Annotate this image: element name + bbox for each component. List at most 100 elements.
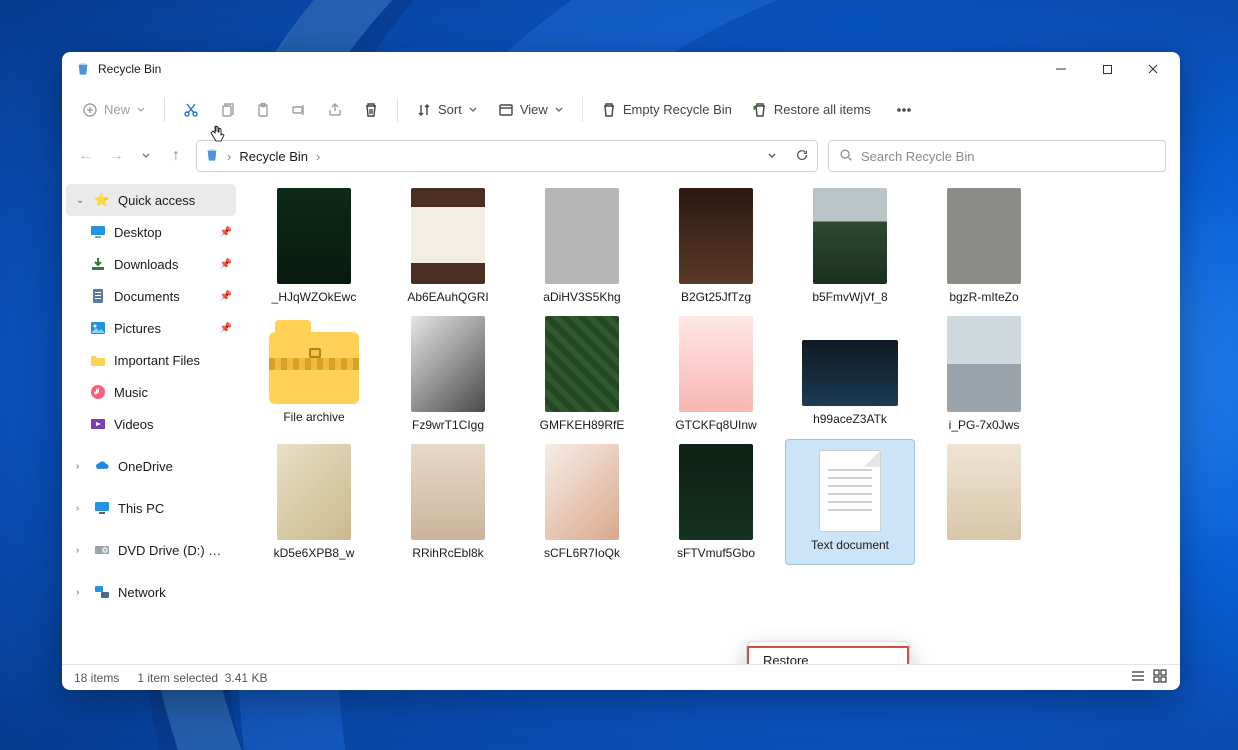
file-item[interactable]: File archive	[250, 312, 378, 436]
image-thumbnail	[277, 188, 351, 284]
delete-button[interactable]	[355, 96, 387, 124]
file-item[interactable]: Ab6EAuhQGRI	[384, 184, 512, 308]
file-label: bgzR-mIteZo	[925, 290, 1043, 304]
chevron-down-icon: ⌄	[76, 195, 86, 206]
image-thumbnail	[813, 188, 887, 284]
search-input[interactable]: Search Recycle Bin	[828, 140, 1166, 172]
file-label: _HJqWZOkEwc	[255, 290, 373, 304]
image-thumbnail	[679, 316, 753, 412]
file-label: sCFL6R7IoQk	[523, 546, 641, 560]
nav-up-button[interactable]: ↑	[166, 147, 186, 165]
rename-button[interactable]	[283, 96, 315, 124]
share-button[interactable]	[319, 96, 351, 124]
pin-icon: 📌	[220, 323, 232, 334]
sidebar-item-onedrive[interactable]: ›OneDrive	[62, 450, 240, 482]
image-thumbnail	[411, 444, 485, 540]
more-button[interactable]	[887, 96, 921, 124]
chevron-right-icon: ›	[76, 587, 86, 598]
file-item[interactable]: B2Gt25JfTzg	[652, 184, 780, 308]
file-item[interactable]: i_PG-7x0Jws	[920, 312, 1048, 436]
thumbnails-view-button[interactable]	[1152, 668, 1168, 687]
chevron-right-icon: ›	[76, 545, 86, 556]
sort-button[interactable]: Sort	[408, 96, 486, 124]
sidebar-item-desktop[interactable]: Desktop📌	[62, 216, 240, 248]
file-item[interactable]: _HJqWZOkEwc	[250, 184, 378, 308]
restore-all-button[interactable]: Restore all items	[744, 96, 879, 124]
sidebar-item-thispc[interactable]: ›This PC	[62, 492, 240, 524]
file-label: File archive	[255, 410, 373, 424]
nav-recent-button[interactable]	[136, 151, 156, 161]
status-bar: 18 items 1 item selected 3.41 KB	[62, 664, 1180, 690]
file-item[interactable]: bgzR-mIteZo	[920, 184, 1048, 308]
new-button[interactable]: New	[74, 96, 154, 124]
file-item[interactable]: RRihRcEbl8k	[384, 440, 512, 564]
image-thumbnail	[545, 316, 619, 412]
recycle-bin-icon	[76, 62, 90, 76]
videos-icon	[90, 416, 106, 432]
file-label: aDiHV3S5Khg	[523, 290, 641, 304]
file-item[interactable]: Fz9wrT1CIgg	[384, 312, 512, 436]
file-label: i_PG-7x0Jws	[925, 418, 1043, 432]
titlebar[interactable]: Recycle Bin	[62, 52, 1180, 86]
image-thumbnail	[277, 444, 351, 540]
music-icon	[90, 384, 106, 400]
search-icon	[839, 148, 853, 165]
file-label: h99aceZ3ATk	[791, 412, 909, 426]
sidebar-item-pictures[interactable]: Pictures📌	[62, 312, 240, 344]
file-item[interactable]: b5FmvWjVf_8	[786, 184, 914, 308]
nav-back-button[interactable]: ←	[76, 147, 96, 165]
sidebar-item-network[interactable]: ›Network	[62, 576, 240, 608]
refresh-button[interactable]	[795, 148, 809, 165]
image-thumbnail	[545, 444, 619, 540]
file-label: Fz9wrT1CIgg	[389, 418, 507, 432]
cut-button[interactable]	[175, 96, 207, 124]
file-item[interactable]: aDiHV3S5Khg	[518, 184, 646, 308]
file-item[interactable]: sFTVmuf5Gbo	[652, 440, 780, 564]
sidebar-item-quick-access[interactable]: ⌄ ⭐ Quick access	[66, 184, 236, 216]
sidebar-item-videos[interactable]: Videos	[62, 408, 240, 440]
address-row: ← → ↑ › Recycle Bin › Search Recycle Bin	[62, 134, 1180, 178]
sidebar-item-dvd[interactable]: ›DVD Drive (D:) CPRA	[62, 534, 240, 566]
file-label: Text document	[791, 538, 909, 552]
file-label: Ab6EAuhQGRI	[389, 290, 507, 304]
sidebar-item-music[interactable]: Music	[62, 376, 240, 408]
file-item[interactable]: sCFL6R7IoQk	[518, 440, 646, 564]
address-dropdown-button[interactable]	[767, 149, 777, 164]
sidebar-item-documents[interactable]: Documents📌	[62, 280, 240, 312]
documents-icon	[90, 288, 106, 304]
paste-button[interactable]	[247, 96, 279, 124]
image-thumbnail	[411, 316, 485, 412]
view-button[interactable]: View	[490, 96, 572, 124]
window-title: Recycle Bin	[98, 62, 161, 76]
file-item[interactable]: kD5e6XPB8_w	[250, 440, 378, 564]
address-bar[interactable]: › Recycle Bin ›	[196, 140, 818, 172]
breadcrumb[interactable]: Recycle Bin	[239, 149, 308, 164]
file-label: B2Gt25JfTzg	[657, 290, 775, 304]
close-button[interactable]	[1130, 52, 1176, 86]
image-thumbnail	[947, 188, 1021, 284]
pin-icon: 📌	[220, 227, 232, 238]
sidebar-item-important[interactable]: Important Files	[62, 344, 240, 376]
pin-icon: 📌	[220, 291, 232, 302]
onedrive-icon	[94, 458, 110, 474]
maximize-button[interactable]	[1084, 52, 1130, 86]
image-thumbnail	[947, 444, 1021, 540]
file-item[interactable]: Text document	[786, 440, 914, 564]
file-item[interactable]: GTCKFq8UInw	[652, 312, 780, 436]
context-restore[interactable]: Restore	[747, 646, 909, 664]
status-selection: 1 item selected 3.41 KB	[137, 671, 267, 685]
nav-forward-button[interactable]: →	[106, 147, 126, 165]
explorer-window: Recycle Bin New Sort View	[62, 52, 1180, 690]
details-view-button[interactable]	[1130, 668, 1146, 687]
file-item[interactable]: GMFKEH89RfE	[518, 312, 646, 436]
file-list[interactable]: _HJqWZOkEwc Ab6EAuhQGRI aDiHV3S5Khg B2Gt25J…	[240, 178, 1180, 664]
minimize-button[interactable]	[1038, 52, 1084, 86]
file-label: kD5e6XPB8_w	[255, 546, 373, 560]
file-item[interactable]	[920, 440, 1048, 564]
status-item-count: 18 items	[74, 671, 119, 685]
sidebar-item-downloads[interactable]: Downloads📌	[62, 248, 240, 280]
empty-recycle-bin-button[interactable]: Empty Recycle Bin	[593, 96, 740, 124]
copy-button[interactable]	[211, 96, 243, 124]
thispc-icon	[94, 500, 110, 516]
file-item[interactable]: h99aceZ3ATk	[786, 312, 914, 436]
